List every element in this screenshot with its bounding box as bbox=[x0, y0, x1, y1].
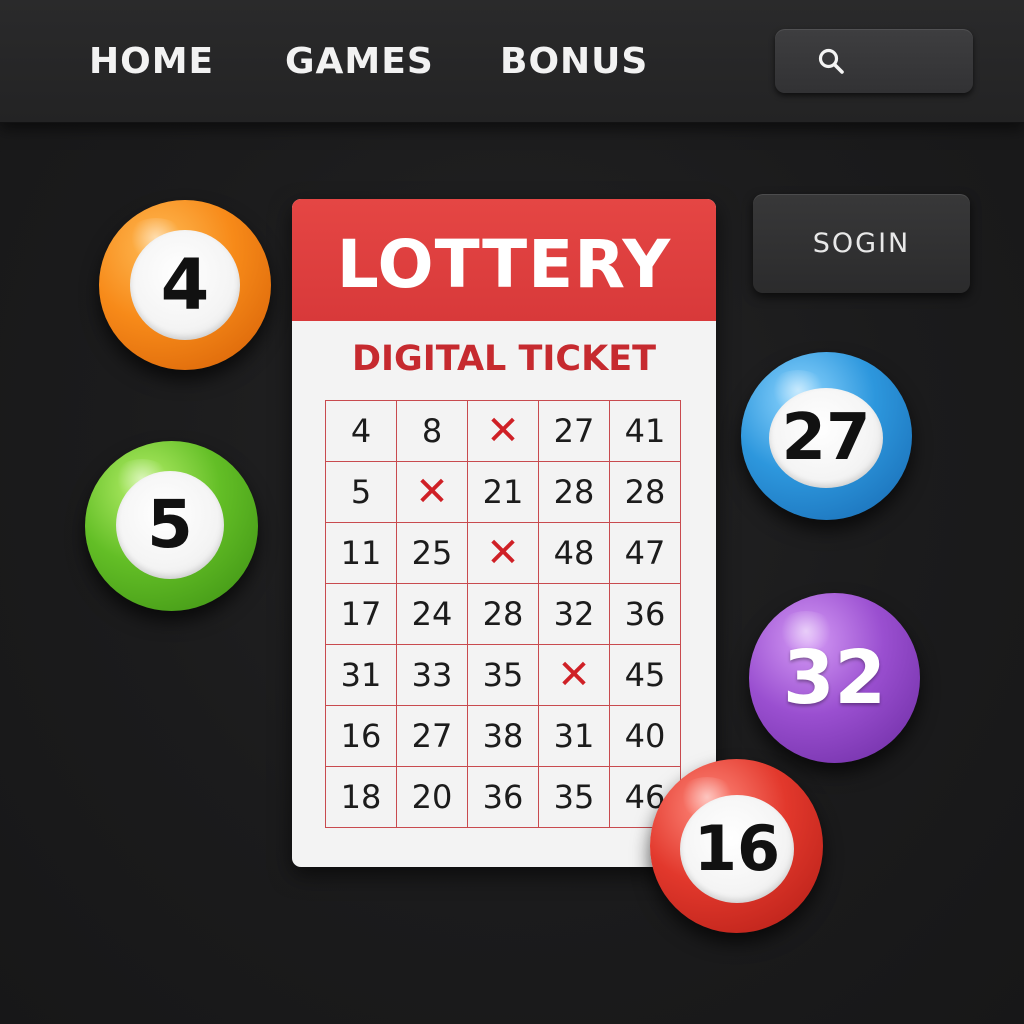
grid-row: 5 ✕ 21 28 28 bbox=[325, 461, 681, 523]
grid-cell[interactable]: 25 bbox=[396, 522, 468, 584]
number-grid: 4 8 ✕ 27 41 5 ✕ 21 28 28 11 25 ✕ 48 47 17 24 28 32 36 31 33 35… bbox=[325, 400, 681, 828]
grid-cell[interactable]: 28 bbox=[538, 461, 610, 523]
grid-cell[interactable]: 28 bbox=[609, 461, 681, 523]
lottery-ball-green: 5 bbox=[85, 441, 258, 611]
grid-cell-marked[interactable]: ✕ bbox=[396, 461, 468, 523]
grid-cell[interactable]: 20 bbox=[396, 766, 468, 828]
grid-cell[interactable]: 47 bbox=[609, 522, 681, 584]
grid-cell[interactable]: 31 bbox=[325, 644, 397, 706]
grid-cell[interactable]: 11 bbox=[325, 522, 397, 584]
grid-cell[interactable]: 18 bbox=[325, 766, 397, 828]
grid-cell[interactable]: 16 bbox=[325, 705, 397, 767]
grid-cell[interactable]: 5 bbox=[325, 461, 397, 523]
grid-cell[interactable]: 17 bbox=[325, 583, 397, 645]
nav-link-home[interactable]: HOME bbox=[89, 40, 214, 84]
grid-cell-marked[interactable]: ✕ bbox=[467, 522, 539, 584]
grid-cell[interactable]: 27 bbox=[538, 400, 610, 462]
grid-row: 31 33 35 ✕ 45 bbox=[325, 644, 681, 706]
grid-cell[interactable]: 36 bbox=[467, 766, 539, 828]
top-nav-bar: HOME GAMES BONUS bbox=[0, 0, 1024, 123]
lottery-page: HOME GAMES BONUS SOGIN LOTTERY DIGITAL T… bbox=[0, 0, 1024, 1024]
ball-number: 32 bbox=[783, 635, 886, 721]
grid-cell-marked[interactable]: ✕ bbox=[467, 400, 539, 462]
lottery-ball-purple: 32 bbox=[749, 593, 920, 763]
grid-cell[interactable]: 33 bbox=[396, 644, 468, 706]
grid-cell[interactable]: 21 bbox=[467, 461, 539, 523]
search-input[interactable] bbox=[775, 29, 973, 93]
grid-cell[interactable]: 8 bbox=[396, 400, 468, 462]
lottery-ticket: LOTTERY DIGITAL TICKET 4 8 ✕ 27 41 5 ✕ 21 28 28 11… bbox=[292, 199, 716, 867]
grid-cell[interactable]: 35 bbox=[467, 644, 539, 706]
grid-row: 17 24 28 32 36 bbox=[325, 583, 681, 645]
lottery-ball-red: 16 bbox=[650, 759, 823, 933]
lottery-ball-orange: 4 bbox=[99, 200, 271, 370]
ticket-header: LOTTERY bbox=[292, 199, 716, 321]
grid-cell[interactable]: 27 bbox=[396, 705, 468, 767]
nav-link-games[interactable]: GAMES bbox=[285, 40, 434, 84]
search-icon[interactable] bbox=[817, 47, 845, 75]
ball-number: 5 bbox=[116, 471, 224, 579]
grid-row: 16 27 38 31 40 bbox=[325, 705, 681, 767]
grid-row: 11 25 ✕ 48 47 bbox=[325, 522, 681, 584]
grid-cell[interactable]: 32 bbox=[538, 583, 610, 645]
grid-cell[interactable]: 38 bbox=[467, 705, 539, 767]
grid-cell-marked[interactable]: ✕ bbox=[538, 644, 610, 706]
grid-cell[interactable]: 41 bbox=[609, 400, 681, 462]
ball-number: 4 bbox=[130, 230, 240, 340]
grid-cell[interactable]: 31 bbox=[538, 705, 610, 767]
grid-cell[interactable]: 24 bbox=[396, 583, 468, 645]
grid-cell[interactable]: 36 bbox=[609, 583, 681, 645]
login-button[interactable]: SOGIN bbox=[753, 194, 970, 293]
grid-cell[interactable]: 4 bbox=[325, 400, 397, 462]
grid-row: 18 20 36 35 46 bbox=[325, 766, 681, 828]
grid-cell[interactable]: 45 bbox=[609, 644, 681, 706]
ticket-title: LOTTERY bbox=[336, 226, 672, 303]
grid-cell[interactable]: 48 bbox=[538, 522, 610, 584]
lottery-ball-blue: 27 bbox=[741, 352, 912, 520]
ball-number: 16 bbox=[680, 795, 794, 903]
grid-cell[interactable]: 40 bbox=[609, 705, 681, 767]
grid-row: 4 8 ✕ 27 41 bbox=[325, 400, 681, 462]
nav-link-bonus[interactable]: BONUS bbox=[500, 40, 648, 84]
ticket-subtitle: DIGITAL TICKET bbox=[351, 339, 657, 379]
grid-cell[interactable]: 35 bbox=[538, 766, 610, 828]
ball-number: 27 bbox=[769, 388, 883, 488]
grid-cell[interactable]: 28 bbox=[467, 583, 539, 645]
